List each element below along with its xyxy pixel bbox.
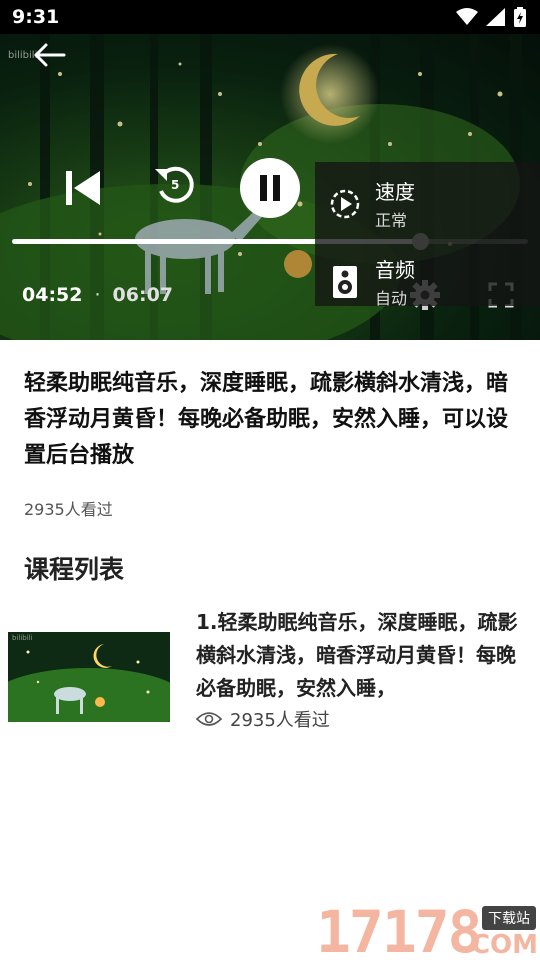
status-time: 9:31 [12, 6, 60, 28]
time-separator: · [94, 284, 101, 306]
total-time: 06:07 [112, 284, 174, 306]
course-view-count: 2935人看过 [196, 706, 330, 732]
status-bar: 9:31 [0, 0, 540, 34]
status-icons [456, 7, 526, 27]
pause-icon [260, 175, 280, 201]
skip-previous-icon [66, 171, 100, 205]
settings-popup: 速度 正常 音频 自动 [315, 162, 540, 309]
eye-icon [196, 712, 222, 726]
site-watermark-suffix: .COM [461, 930, 538, 960]
replay-seconds: 5 [171, 178, 180, 192]
audio-option[interactable]: 音频 自动 [329, 254, 415, 309]
audio-label: 音频 [375, 258, 415, 282]
course-thumbnail-image [8, 632, 170, 722]
audio-value: 自动 [375, 289, 408, 308]
course-view-text: 2935人看过 [230, 710, 330, 731]
video-player[interactable]: bilibili 5 04:52 · 06:07 速度 正常 音频 自动 [0, 34, 540, 340]
course-thumb-watermark: bilibili [12, 634, 33, 642]
speed-value: 正常 [375, 211, 408, 230]
wifi-icon [456, 8, 478, 25]
speed-option[interactable]: 速度 正常 [329, 176, 415, 231]
course-list-heading: 课程列表 [24, 555, 125, 584]
signal-icon [486, 8, 505, 26]
battery-icon [514, 7, 526, 27]
current-time: 04:52 [22, 284, 83, 306]
speed-icon [330, 189, 360, 218]
site-watermark-badge: 下载站 [482, 906, 536, 930]
back-arrow-icon[interactable] [32, 42, 66, 68]
course-list-item[interactable]: bilibili 1.轻柔助眠纯音乐，深度睡眠，疏影横斜水清浅，暗香浮动月黄昏！… [8, 606, 532, 731]
video-view-count: 2935人看过 [24, 500, 113, 519]
speed-label: 速度 [375, 180, 415, 204]
site-watermark: 17178 下载站 .COM [314, 898, 540, 960]
pause-button[interactable] [240, 158, 300, 218]
course-title[interactable]: 1.轻柔助眠纯音乐，深度睡眠，疏影横斜水清浅，暗香浮动月黄昏！每晚必备助眠，安然… [196, 606, 526, 705]
video-title: 轻柔助眠纯音乐，深度睡眠，疏影横斜水清浅，暗香浮动月黄昏！每晚必备助眠，安然入睡… [24, 371, 509, 468]
time-display: 04:52 · 06:07 [22, 284, 173, 306]
replay-5-button[interactable]: 5 [150, 160, 202, 212]
course-thumbnail[interactable]: bilibili [8, 632, 170, 722]
previous-button[interactable] [58, 164, 106, 212]
site-watermark-number: 17178 [316, 898, 483, 960]
speaker-icon [333, 265, 357, 298]
